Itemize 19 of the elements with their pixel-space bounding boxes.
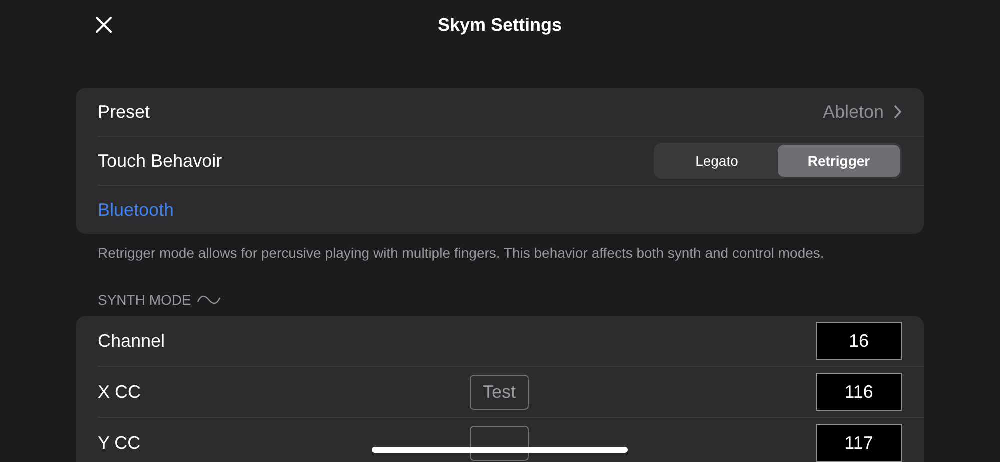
- test-button[interactable]: Test: [470, 374, 529, 410]
- value-field[interactable]: 16: [816, 322, 902, 360]
- value-field[interactable]: 117: [816, 424, 902, 462]
- footer-note: Retrigger mode allows for percusive playing with multiple fingers. This behavior affects both synth and control modes.: [98, 244, 826, 262]
- value-field[interactable]: 116: [816, 373, 902, 411]
- segment-option[interactable]: Retrigger: [778, 145, 900, 177]
- section-heading: SYNTH MODE: [98, 292, 192, 308]
- setting-label: Channel: [98, 330, 166, 352]
- sine-wave-icon: [197, 294, 222, 306]
- window-title: Skym Settings: [438, 14, 562, 36]
- setting-label: X CC: [98, 382, 142, 402]
- chevron-icon: [894, 105, 902, 119]
- setting-value[interactable]: Ableton: [822, 102, 884, 122]
- close-icon[interactable]: [95, 16, 113, 34]
- setting-label: Touch Behavoir: [98, 150, 222, 172]
- bluetooth-link[interactable]: Bluetooth: [98, 200, 174, 220]
- setting-label: Preset: [98, 102, 150, 122]
- setting-label: Y CC: [98, 432, 141, 454]
- segment-option[interactable]: Legato: [656, 145, 778, 177]
